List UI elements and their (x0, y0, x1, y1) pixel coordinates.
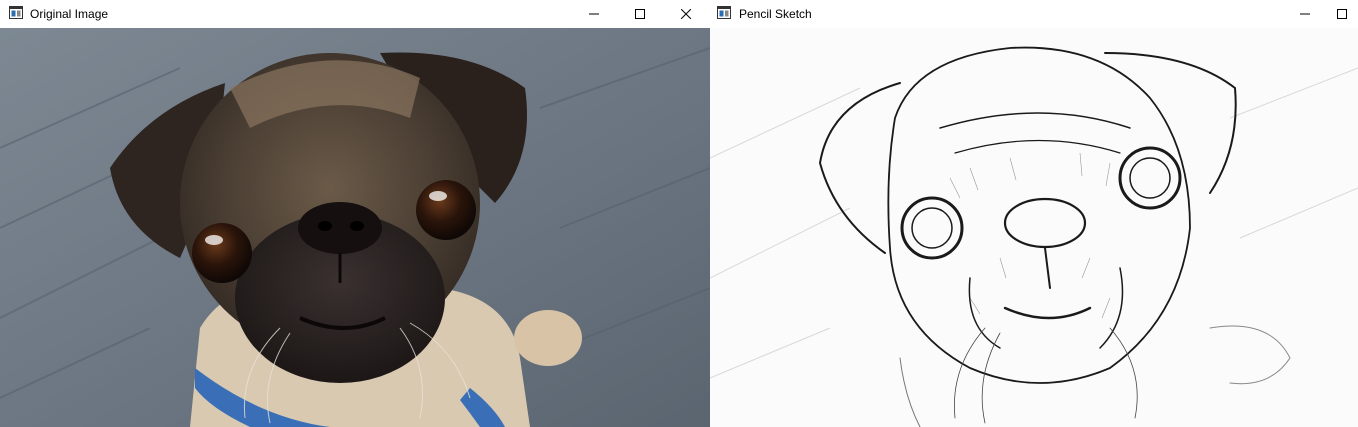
maximize-button[interactable] (617, 0, 663, 28)
original-image-window[interactable]: Original Image (0, 0, 710, 427)
minimize-button[interactable] (571, 0, 617, 28)
maximize-icon (1337, 9, 1347, 19)
minimize-button[interactable] (1282, 0, 1328, 28)
pug-photo (0, 28, 710, 427)
maximize-button[interactable] (1326, 0, 1358, 28)
close-icon (681, 9, 691, 19)
close-button[interactable] (663, 0, 709, 28)
pencil-sketch-window[interactable]: Pencil Sketch (710, 0, 1358, 427)
image-canvas (0, 28, 710, 427)
maximize-icon (635, 9, 645, 19)
minimize-icon (589, 13, 599, 15)
pug-pencil-sketch (710, 28, 1358, 427)
image-canvas (710, 28, 1358, 427)
window-title: Original Image (30, 7, 109, 21)
titlebar[interactable]: Original Image (0, 0, 710, 28)
minimize-icon (1300, 13, 1310, 15)
image-viewer-icon (717, 6, 731, 19)
titlebar[interactable]: Pencil Sketch (710, 0, 1358, 28)
window-title: Pencil Sketch (739, 7, 812, 21)
image-viewer-icon (9, 6, 23, 19)
